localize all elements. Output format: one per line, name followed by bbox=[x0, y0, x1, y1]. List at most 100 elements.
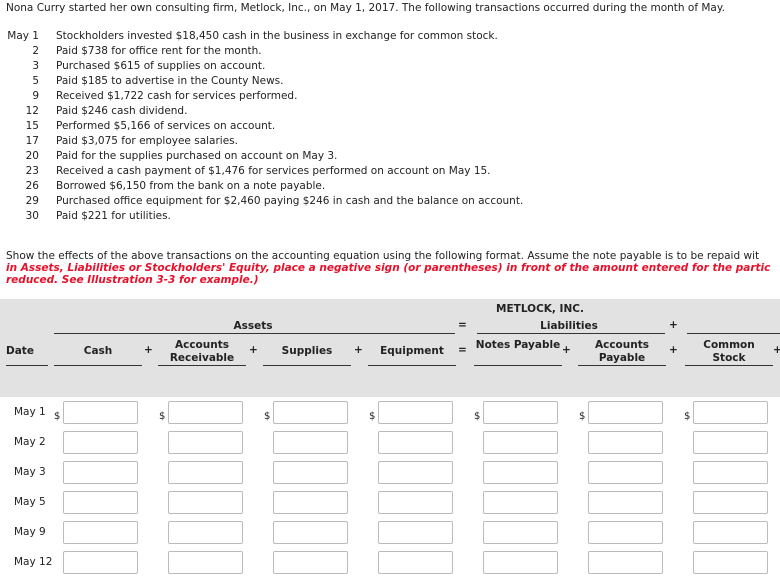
transaction-text: Received a cash payment of $1,476 for se… bbox=[56, 165, 491, 177]
assets-label: Assets bbox=[233, 320, 273, 332]
amount-input[interactable] bbox=[168, 491, 243, 514]
amount-input[interactable] bbox=[273, 521, 348, 544]
amount-input[interactable] bbox=[63, 461, 138, 484]
amount-input[interactable] bbox=[168, 431, 243, 454]
transaction-text: Paid $246 cash dividend. bbox=[56, 105, 188, 117]
amount-input[interactable] bbox=[483, 401, 558, 424]
amount-input[interactable] bbox=[63, 491, 138, 514]
amount-input[interactable] bbox=[273, 461, 348, 484]
row-date: May 1 bbox=[14, 406, 46, 418]
column-header: Accounts Receivable bbox=[169, 339, 235, 364]
amount-input[interactable] bbox=[168, 521, 243, 544]
currency-symbol: $ bbox=[159, 411, 166, 422]
amount-input[interactable] bbox=[63, 401, 138, 424]
currency-symbol: $ bbox=[579, 411, 586, 422]
intro-text: Nona Curry started her own consulting fi… bbox=[6, 2, 725, 14]
date-header: Date bbox=[6, 345, 34, 357]
amount-input[interactable] bbox=[588, 431, 663, 454]
amount-input[interactable] bbox=[273, 401, 348, 424]
column-header: Notes Payable bbox=[475, 339, 561, 351]
row-date: May 3 bbox=[14, 466, 46, 478]
amount-input[interactable] bbox=[588, 491, 663, 514]
amount-input[interactable] bbox=[63, 521, 138, 544]
amount-input[interactable] bbox=[168, 461, 243, 484]
instructions-warning-1: in Assets, Liabilities or Stockholders' … bbox=[6, 262, 771, 274]
transaction-text: Paid $3,075 for employee salaries. bbox=[56, 135, 238, 147]
transaction-date: 15 bbox=[25, 120, 39, 132]
column-header: Common Stock bbox=[703, 339, 755, 364]
amount-input[interactable] bbox=[588, 551, 663, 574]
amount-input[interactable] bbox=[483, 491, 558, 514]
company-name: METLOCK, INC. bbox=[496, 303, 584, 315]
amount-input[interactable] bbox=[693, 491, 768, 514]
plus-sign: + bbox=[669, 319, 678, 331]
liabilities-label: Liabilities bbox=[540, 320, 598, 332]
instructions: Show the effects of the above transactio… bbox=[6, 250, 760, 262]
column-header: Accounts Payable bbox=[594, 339, 649, 364]
transaction-date: 17 bbox=[25, 135, 39, 147]
transaction-date: 30 bbox=[25, 210, 39, 222]
transaction-date: 3 bbox=[32, 60, 39, 72]
amount-input[interactable] bbox=[588, 461, 663, 484]
amount-input[interactable] bbox=[693, 401, 768, 424]
transaction-text: Purchased office equipment for $2,460 pa… bbox=[56, 195, 524, 207]
currency-symbol: $ bbox=[264, 411, 271, 422]
currency-symbol: $ bbox=[684, 411, 691, 422]
amount-input[interactable] bbox=[483, 551, 558, 574]
operator-sign: + bbox=[354, 344, 363, 356]
column-header: Supplies bbox=[281, 345, 333, 357]
amount-input[interactable] bbox=[168, 401, 243, 424]
operator-sign: + bbox=[562, 344, 571, 356]
amount-input[interactable] bbox=[588, 401, 663, 424]
amount-input[interactable] bbox=[378, 521, 453, 544]
equals-sign: = bbox=[458, 319, 467, 331]
amount-input[interactable] bbox=[63, 551, 138, 574]
transaction-date: 20 bbox=[25, 150, 39, 162]
amount-input[interactable] bbox=[378, 491, 453, 514]
operator-sign: + bbox=[773, 344, 780, 356]
amount-input[interactable] bbox=[378, 431, 453, 454]
transaction-date: 29 bbox=[25, 195, 39, 207]
transaction-text: Performed $5,166 of services on account. bbox=[56, 120, 276, 132]
operator-sign: + bbox=[144, 344, 153, 356]
operator-sign: + bbox=[249, 344, 258, 356]
amount-input[interactable] bbox=[273, 431, 348, 454]
amount-input[interactable] bbox=[273, 491, 348, 514]
transaction-text: Paid for the supplies purchased on accou… bbox=[56, 150, 338, 162]
amount-input[interactable] bbox=[483, 431, 558, 454]
amount-input[interactable] bbox=[273, 551, 348, 574]
amount-input[interactable] bbox=[588, 521, 663, 544]
transaction-date: 12 bbox=[25, 105, 39, 117]
amount-input[interactable] bbox=[483, 461, 558, 484]
transaction-text: Paid $185 to advertise in the County New… bbox=[56, 75, 284, 87]
transaction-date: 26 bbox=[25, 180, 39, 192]
amount-input[interactable] bbox=[693, 521, 768, 544]
row-date: May 12 bbox=[14, 556, 53, 568]
amount-input[interactable] bbox=[693, 551, 768, 574]
amount-input[interactable] bbox=[378, 401, 453, 424]
amount-input[interactable] bbox=[693, 461, 768, 484]
transaction-date: 2 bbox=[32, 45, 39, 57]
operator-sign: + bbox=[669, 344, 678, 356]
row-date: May 2 bbox=[14, 436, 46, 448]
transaction-text: Paid $738 for office rent for the month. bbox=[56, 45, 262, 57]
transaction-date: 9 bbox=[32, 90, 39, 102]
transaction-text: Borrowed $6,150 from the bank on a note … bbox=[56, 180, 326, 192]
operator-sign: = bbox=[458, 344, 467, 356]
currency-symbol: $ bbox=[54, 411, 61, 422]
currency-symbol: $ bbox=[474, 411, 481, 422]
amount-input[interactable] bbox=[63, 431, 138, 454]
amount-input[interactable] bbox=[378, 461, 453, 484]
transaction-text: Received $1,722 cash for services perfor… bbox=[56, 90, 298, 102]
amount-input[interactable] bbox=[483, 521, 558, 544]
amount-input[interactable] bbox=[378, 551, 453, 574]
transaction-date: 5 bbox=[32, 75, 39, 87]
transaction-text: Stockholders invested $18,450 cash in th… bbox=[56, 30, 498, 42]
transaction-date: May 1 bbox=[7, 30, 39, 42]
amount-input[interactable] bbox=[693, 431, 768, 454]
amount-input[interactable] bbox=[168, 551, 243, 574]
transaction-text: Paid $221 for utilities. bbox=[56, 210, 171, 222]
row-date: May 5 bbox=[14, 496, 46, 508]
table-header: METLOCK, INC. Assets = Liabilities + Dat… bbox=[0, 299, 780, 397]
transaction-text: Purchased $615 of supplies on account. bbox=[56, 60, 266, 72]
